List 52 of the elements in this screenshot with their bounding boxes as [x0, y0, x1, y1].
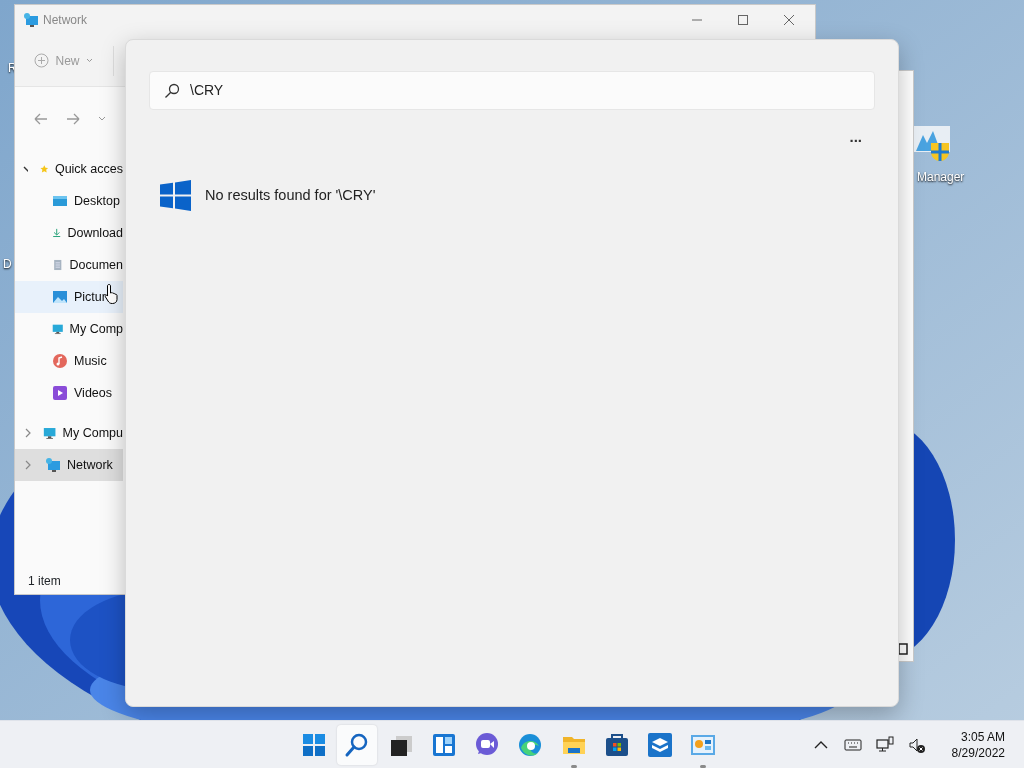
chevron-down-icon[interactable]	[23, 164, 29, 174]
desktop-icon-label: D	[3, 256, 12, 273]
plus-icon	[34, 53, 49, 68]
start-icon	[301, 731, 327, 758]
sidebar-item[interactable]: Network	[15, 449, 123, 481]
network-icon	[875, 735, 894, 754]
sidebar-item[interactable]: Documen	[15, 249, 123, 281]
status-bar-text: 1 item	[28, 573, 61, 590]
search-input[interactable]: \CRY	[188, 79, 838, 102]
running-indicator	[570, 764, 577, 768]
document-icon	[52, 257, 64, 273]
browser-icon	[517, 731, 544, 758]
search-icon	[164, 82, 180, 99]
windows-logo-icon	[160, 180, 191, 211]
search-field[interactable]: \CRY	[149, 71, 875, 110]
video-icon	[52, 385, 68, 401]
sidebar-item[interactable]: Quick acces	[15, 153, 123, 185]
clock-date[interactable]: 8/29/2022	[951, 744, 1005, 761]
sidebar-item[interactable]: My Comp	[15, 313, 123, 345]
picture-icon	[52, 289, 68, 305]
desktop-icon	[52, 193, 68, 209]
sidebar-item[interactable]: Videos	[15, 377, 123, 409]
music-icon	[52, 353, 68, 369]
sidebar-item[interactable]: Download	[15, 217, 123, 249]
sidebar-item[interactable]: Desktop	[15, 185, 123, 217]
desktop-icon-label: Manager	[917, 169, 965, 186]
no-results-message: No results found for '\CRY'	[205, 185, 376, 205]
chevron-right-icon[interactable]	[23, 460, 33, 470]
cursor-icon	[104, 283, 120, 305]
back-arrow-icon	[33, 111, 49, 126]
sidebar-item[interactable]: My Compu	[15, 417, 123, 449]
window-title: Network	[43, 12, 87, 29]
close-icon	[782, 14, 795, 26]
maximize-icon	[736, 14, 749, 26]
box-icon	[647, 731, 673, 758]
computer-icon	[43, 425, 57, 441]
network-icon	[45, 457, 61, 473]
running-indicator	[700, 764, 707, 768]
sidebar-item[interactable]: Music	[15, 345, 123, 377]
widgets-icon	[430, 731, 457, 758]
tray-button[interactable]	[875, 735, 894, 754]
caret-icon	[86, 58, 93, 63]
more-options-button[interactable]: ...	[843, 128, 868, 145]
network-icon	[23, 12, 39, 28]
chat-icon	[474, 731, 500, 758]
clock-time[interactable]: 3:05 AM	[951, 728, 1005, 745]
app-monitor-icon[interactable]	[913, 125, 951, 161]
forward-arrow-icon	[65, 111, 81, 126]
store-icon	[603, 731, 630, 758]
chevron-right-icon[interactable]	[23, 428, 32, 438]
window-icon	[898, 643, 908, 655]
sidebar-item[interactable]: Pictur	[15, 281, 123, 313]
